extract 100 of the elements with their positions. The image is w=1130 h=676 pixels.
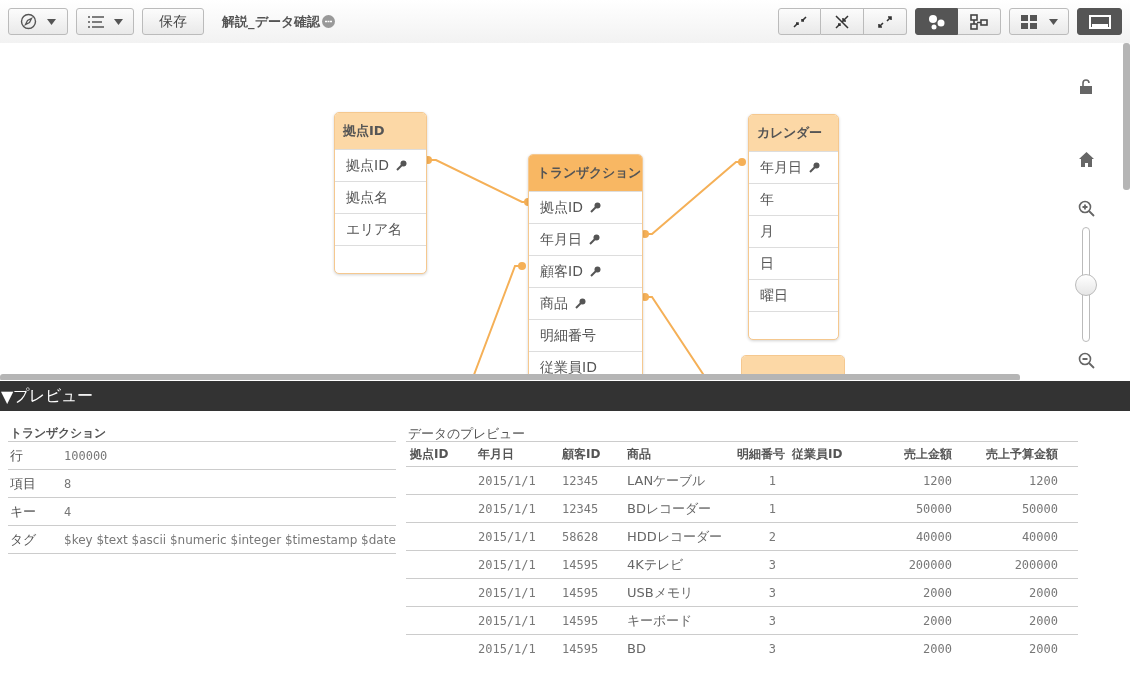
collapse-toggle[interactable]: ▼	[1, 386, 14, 406]
caret-icon	[113, 18, 123, 25]
table-cell-text: 3	[767, 641, 777, 656]
table-cell-text: 4Kテレビ	[627, 555, 684, 574]
more-icon[interactable]	[321, 15, 335, 28]
property-value: 8	[64, 476, 72, 491]
caret-icon	[47, 18, 56, 25]
column-header[interactable]: 明細番号	[737, 445, 792, 463]
column-header[interactable]: 商品	[627, 445, 737, 463]
collapse-all-button[interactable]	[821, 8, 864, 35]
zoom-slider[interactable]	[1075, 227, 1097, 342]
key-icon	[395, 160, 407, 171]
scrollbar[interactable]	[1123, 43, 1130, 190]
tree-diagram-icon	[970, 13, 988, 30]
field-row[interactable]: 月	[749, 215, 838, 247]
field-row[interactable]: 拠点ID	[529, 191, 642, 223]
compass-icon	[20, 13, 37, 30]
table-cell-text: 2000	[922, 613, 953, 628]
table-cell-text: 2000	[1028, 613, 1059, 628]
table-cell-text: 12345	[562, 501, 600, 516]
table-cell-text: 2	[767, 529, 777, 544]
column-header[interactable]: 売上金額	[880, 445, 968, 463]
preview-toggle-button[interactable]	[1077, 8, 1122, 35]
zoom-in-icon[interactable]	[1077, 200, 1095, 217]
table-card[interactable]: 拠点ID 拠点ID 拠点名 エリア名	[334, 112, 427, 274]
view-mode-button[interactable]	[958, 8, 1001, 35]
table-cell-text: 2000	[922, 641, 953, 656]
save-button[interactable]: 保存	[142, 8, 204, 35]
table-cell-text: HDDレコーダー	[627, 527, 723, 546]
table-cell-text: 2015/1/1	[478, 641, 537, 656]
table-cell-text: キーボード	[627, 611, 693, 630]
table-cell-text: 2000	[922, 585, 953, 600]
table-cell-text: 50000	[1020, 501, 1059, 516]
table-cell-text: 2015/1/1	[478, 473, 537, 488]
navigation-menu-button[interactable]	[8, 8, 68, 35]
table-cell-text: 14595	[562, 585, 600, 600]
key-icon	[589, 202, 601, 213]
property-label: キー	[9, 502, 37, 521]
table-cell-text: 14595	[562, 613, 600, 628]
table-cell-text: BDレコーダー	[627, 499, 712, 518]
field-row[interactable]: 顧客ID	[529, 255, 642, 287]
table-cell-text: 14595	[562, 641, 600, 656]
grid-icon	[1020, 14, 1037, 29]
collapse-arrows-icon	[792, 15, 807, 28]
scrollbar[interactable]	[0, 374, 1020, 380]
layout-menu-button[interactable]	[1009, 8, 1069, 35]
caret-icon	[1048, 18, 1058, 25]
view-menu-button[interactable]	[76, 8, 134, 35]
panel-title: プレビュー	[13, 385, 94, 407]
expand-button[interactable]	[864, 8, 907, 35]
panel-icon	[1088, 14, 1111, 29]
collapse-button[interactable]	[778, 8, 821, 35]
field-row[interactable]: エリア名	[335, 213, 426, 245]
table-cell-text: LANケーブル	[627, 471, 707, 490]
table-cell-text: USBメモリ	[627, 583, 694, 602]
home-icon[interactable]	[1078, 152, 1094, 167]
view-mode-button[interactable]	[915, 8, 958, 35]
collapse-cross-icon	[835, 14, 849, 29]
column-header[interactable]: 拠点ID	[410, 445, 478, 463]
table-cell-text: 12345	[562, 473, 600, 488]
property-label: 項目	[9, 474, 37, 493]
section-title: トランザクション	[8, 425, 396, 442]
column-header[interactable]: 年月日	[478, 445, 562, 463]
column-header[interactable]: 売上予算金額	[968, 445, 1074, 463]
field-row[interactable]: 日	[749, 247, 838, 279]
table-header[interactable]: 拠点ID	[335, 113, 426, 149]
field-row[interactable]: 年	[749, 183, 838, 215]
table-cell-text: 3	[767, 557, 777, 572]
table-cell-text: 1200	[1028, 473, 1059, 488]
table-cell-text: 3	[767, 613, 777, 628]
zoom-out-icon[interactable]	[1077, 352, 1095, 369]
property-value: $key $text $ascii $numeric $integer $timestamp $date	[64, 532, 396, 547]
table-header[interactable]: カレンダー	[749, 115, 838, 151]
field-row[interactable]: 商品	[529, 287, 642, 319]
column-header[interactable]: 顧客ID	[562, 445, 627, 463]
property-value: 4	[64, 504, 72, 519]
slider-thumb[interactable]	[1075, 273, 1097, 296]
property-label: タグ	[9, 530, 37, 549]
field-row[interactable]: 明細番号	[529, 319, 642, 351]
table-cell-text: 200000	[1013, 557, 1059, 572]
field-row[interactable]: 拠点ID	[335, 149, 426, 181]
preview-header-bar[interactable]: ▼プレビュー	[0, 381, 1130, 411]
table-card[interactable]: カレンダー 年月日 年 月 日 曜日	[748, 114, 839, 340]
field-row[interactable]: 拠点名	[335, 181, 426, 213]
key-icon	[589, 266, 601, 277]
table-cell-text: 200000	[907, 557, 953, 572]
table-header[interactable]: トランザクション	[529, 155, 642, 191]
column-header[interactable]: 従業員ID	[792, 445, 880, 463]
lock-icon[interactable]	[1080, 79, 1092, 94]
field-row[interactable]: 年月日	[529, 223, 642, 255]
table-cell-text: 14595	[562, 557, 600, 572]
field-row[interactable]: 曜日	[749, 279, 838, 311]
field-row[interactable]: 年月日	[749, 151, 838, 183]
table-cell-text: 2015/1/1	[478, 557, 537, 572]
table-cell-text: 40000	[1020, 529, 1059, 544]
table-cell-text: 1200	[922, 473, 953, 488]
table-cell-text: BD	[627, 641, 647, 656]
table-cell-text: 2015/1/1	[478, 585, 537, 600]
table-cell-text: 2015/1/1	[478, 613, 537, 628]
table-cell-text: 1	[767, 501, 777, 516]
